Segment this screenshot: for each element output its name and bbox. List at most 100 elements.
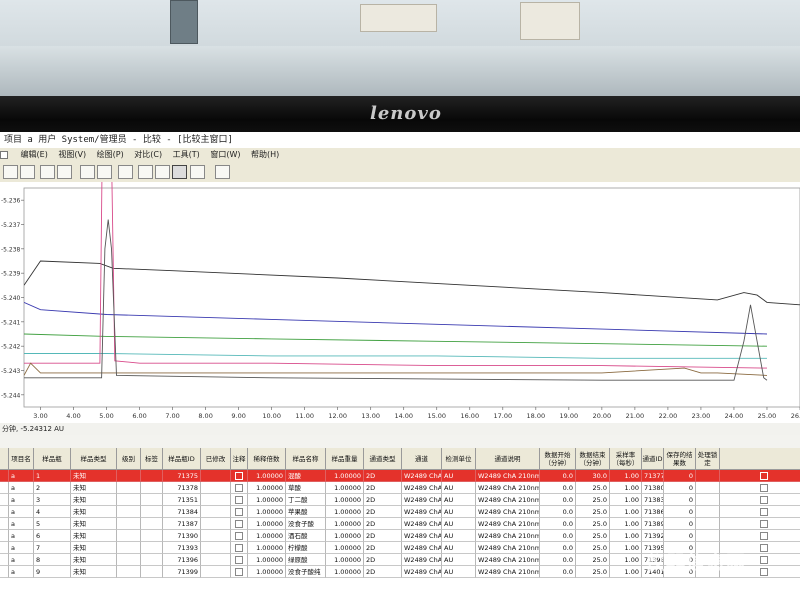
table-cell: 71393 <box>163 542 201 554</box>
table-icon[interactable] <box>118 165 133 179</box>
table-cell: 0.0 <box>540 542 576 554</box>
table-cell <box>141 482 163 494</box>
column-header[interactable]: 已修改 <box>201 448 231 470</box>
column-header[interactable]: 数据结束（分钟） <box>576 448 610 470</box>
column-header[interactable]: 样品瓶 <box>34 448 71 470</box>
x-tick-label: 22.00 <box>659 412 678 420</box>
column-header[interactable]: 样品名称 <box>286 448 326 470</box>
table-cell: 2D <box>364 542 402 554</box>
table-cell: 25.0 <box>576 506 610 518</box>
y-tick-label: -5.244 <box>1 392 21 399</box>
checkbox-cell <box>231 470 248 482</box>
modified-checkbox[interactable] <box>235 508 243 516</box>
chromatogram-chart[interactable]: -5.236 -5.237 -5.238 -5.239 -5.240 -5.241 -5.2… <box>0 182 800 474</box>
column-header[interactable]: 数据开始（分钟） <box>540 448 576 470</box>
print-icon[interactable] <box>190 165 205 179</box>
column-header[interactable]: 注释 <box>231 448 248 470</box>
table-cell: AU <box>442 530 476 542</box>
lock-checkbox[interactable] <box>759 472 768 480</box>
modified-checkbox[interactable] <box>235 568 243 576</box>
x-tick-label: 18.00 <box>527 412 546 420</box>
chart-icon[interactable] <box>40 165 55 179</box>
app-menu-icon[interactable] <box>0 150 8 159</box>
table-cell: 30.0 <box>576 470 610 482</box>
table-cell: 未知 <box>71 494 117 506</box>
column-header[interactable]: 标签 <box>141 448 163 470</box>
table-cell: W2489 ChA <box>402 566 442 578</box>
column-header[interactable]: 样品瓶ID <box>163 448 201 470</box>
column-header[interactable]: 项目名 <box>9 448 34 470</box>
table-cell: 71386 <box>642 506 664 518</box>
column-header[interactable]: 通道说明 <box>476 448 540 470</box>
modified-checkbox[interactable] <box>235 556 243 564</box>
table-cell: a <box>9 566 34 578</box>
menu-edit[interactable]: 编辑(E) <box>21 148 48 162</box>
table-cell: 71377 <box>642 470 664 482</box>
table-cell: 71389 <box>642 518 664 530</box>
column-header[interactable]: 级别 <box>117 448 141 470</box>
lock-checkbox[interactable] <box>759 496 768 504</box>
lock-checkbox[interactable] <box>759 544 768 552</box>
table-cell: W2489 ChA 210nm <box>476 482 540 494</box>
table-cell: AU <box>442 470 476 482</box>
menu-help[interactable]: 帮助(H) <box>251 148 279 162</box>
column-header[interactable] <box>720 448 800 470</box>
overlay-icon[interactable] <box>57 165 72 179</box>
table-cell <box>0 518 9 530</box>
y-tick-label: -5.239 <box>1 271 21 278</box>
table-cell: 1.00000 <box>326 482 364 494</box>
redo-icon[interactable] <box>97 165 112 179</box>
table-cell: 2D <box>364 482 402 494</box>
column-header[interactable]: 通道 <box>402 448 442 470</box>
column-header[interactable]: 样品重量 <box>326 448 364 470</box>
modified-checkbox[interactable] <box>235 472 243 480</box>
y-tick-label: -5.237 <box>1 222 21 229</box>
column-header[interactable]: 保存的结果数 <box>664 448 696 470</box>
table-cell: 1.00 <box>610 554 642 566</box>
column-header[interactable]: 样品类型 <box>71 448 117 470</box>
lock-checkbox[interactable] <box>759 556 768 564</box>
toolbar <box>0 162 800 183</box>
menu-bar: 编辑(E) 视图(V) 绘图(P) 对比(C) 工具(T) 窗口(W) 帮助(H… <box>0 148 800 162</box>
modified-checkbox[interactable] <box>235 484 243 492</box>
menu-view[interactable]: 视图(V) <box>58 148 86 162</box>
close-trace-icon[interactable] <box>20 165 35 179</box>
modified-checkbox[interactable] <box>235 544 243 552</box>
column-header[interactable]: 稀释倍数 <box>248 448 286 470</box>
column-header[interactable]: 检测单位 <box>442 448 476 470</box>
menu-plot[interactable]: 绘图(P) <box>97 148 124 162</box>
column-header[interactable]: 处理锁定 <box>696 448 720 470</box>
menu-tools[interactable]: 工具(T) <box>173 148 200 162</box>
table-cell: AU <box>442 566 476 578</box>
lock-checkbox[interactable] <box>759 568 768 576</box>
table-cell: 71375 <box>163 470 201 482</box>
column-header[interactable]: 采样率（每秒） <box>610 448 642 470</box>
shelf <box>0 46 800 96</box>
column-header[interactable] <box>0 448 9 470</box>
settings-icon[interactable] <box>215 165 230 179</box>
table-cell: 71378 <box>163 482 201 494</box>
undo-icon[interactable] <box>80 165 95 179</box>
table-cell: 25.0 <box>576 494 610 506</box>
menu-compare[interactable]: 对比(C) <box>134 148 162 162</box>
lock-checkbox[interactable] <box>759 508 768 516</box>
grid-icon[interactable] <box>3 165 18 179</box>
table-cell: W2489 ChA <box>402 470 442 482</box>
lock-checkbox[interactable] <box>759 484 768 492</box>
stack-icon[interactable] <box>155 165 170 179</box>
checkbox-cell <box>231 494 248 506</box>
modified-checkbox[interactable] <box>235 496 243 504</box>
menu-window[interactable]: 窗口(W) <box>210 148 240 162</box>
table-cell <box>696 506 720 518</box>
table-cell: 1.00 <box>610 506 642 518</box>
modified-checkbox[interactable] <box>235 532 243 540</box>
y-tick-label: -5.242 <box>1 344 21 351</box>
x-tick-label: 14.00 <box>394 412 413 420</box>
lock-checkbox[interactable] <box>759 520 768 528</box>
zoom-icon[interactable] <box>172 165 187 179</box>
column-header[interactable]: 通道类型 <box>364 448 402 470</box>
compare-icon[interactable] <box>138 165 153 179</box>
lock-checkbox[interactable] <box>759 532 768 540</box>
column-header[interactable]: 通道ID <box>642 448 664 470</box>
modified-checkbox[interactable] <box>235 520 243 528</box>
